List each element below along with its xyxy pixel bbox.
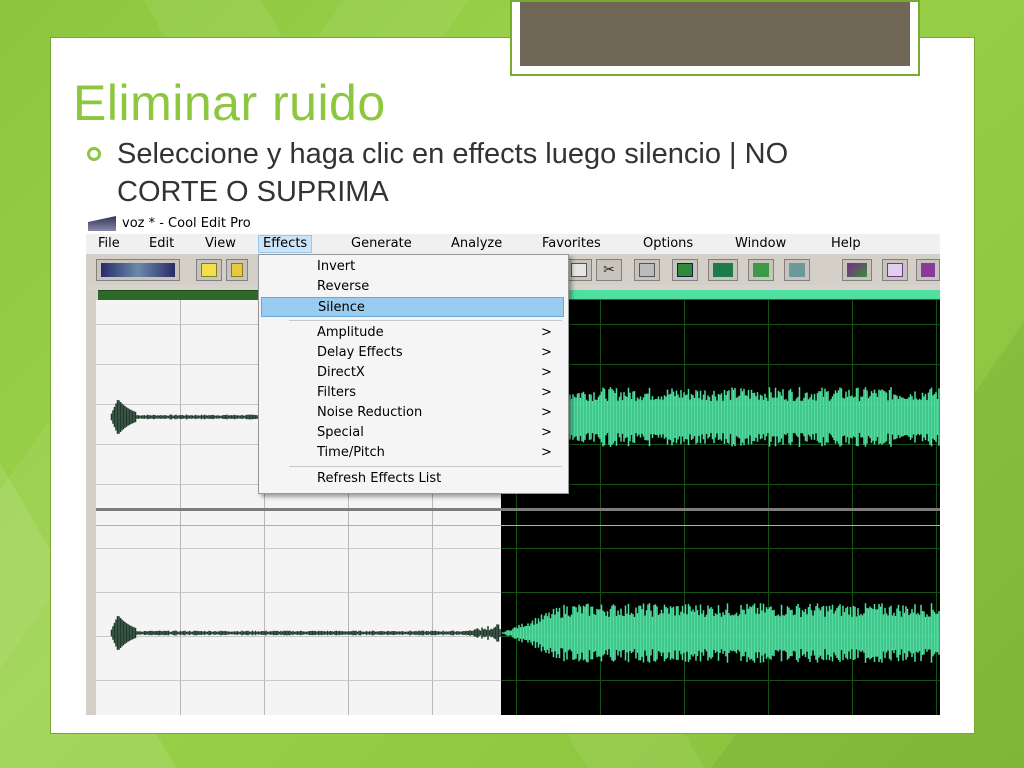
menu-item-label: Reverse [317,279,370,294]
submenu-arrow-icon: > [541,445,552,460]
mix-paste-icon[interactable] [672,259,698,281]
cut-icon[interactable]: ✂ [596,259,622,281]
decorative-photo-frame [510,0,920,76]
menu-item-invert[interactable]: Invert [261,257,564,277]
menu-generate[interactable]: Generate [347,236,416,252]
spectral-view-icon[interactable] [842,259,872,281]
menu-item-label: Noise Reduction [317,405,423,420]
menu-effects[interactable]: Effects [258,235,313,253]
submenu-arrow-icon: > [541,405,552,420]
menu-item-label: Filters [317,385,356,400]
menu-separator [289,320,562,321]
menu-item-reverse[interactable]: Reverse [261,277,564,297]
submenu-arrow-icon: > [541,365,552,380]
menu-separator [289,466,562,467]
menu-item-special[interactable]: Special > [261,423,564,443]
menu-view[interactable]: View [201,236,240,252]
menu-item-time-pitch[interactable]: Time/Pitch > [261,443,564,463]
paste-icon[interactable] [634,259,660,281]
slide-title: Eliminar ruido [73,75,386,131]
menu-bar: File Edit View Effects Generate Analyze … [86,234,940,255]
menu-item-refresh-effects-list[interactable]: Refresh Effects List [261,469,564,489]
menu-item-noise-reduction[interactable]: Noise Reduction > [261,403,564,423]
menu-item-label: Delay Effects [317,345,403,360]
submenu-arrow-icon: > [541,385,552,400]
menu-item-silence[interactable]: Silence [261,297,564,317]
menu-favorites[interactable]: Favorites [538,236,605,252]
submenu-arrow-icon: > [541,345,552,360]
trim-icon[interactable] [708,259,738,281]
menu-item-label: Special [317,425,364,440]
menu-help[interactable]: Help [827,236,865,252]
app-logo-icon [88,216,116,231]
menu-item-label: Refresh Effects List [317,471,442,486]
multitrack-icon[interactable] [916,259,940,281]
waveform-toggle-icon[interactable] [96,259,180,281]
window-titlebar: voz * - Cool Edit Pro [86,214,940,234]
menu-item-directx[interactable]: DirectX > [261,363,564,383]
menu-analyze[interactable]: Analyze [447,236,506,252]
menu-item-label: Amplitude [317,325,384,340]
menu-edit[interactable]: Edit [145,236,178,252]
window-title: voz * - Cool Edit Pro [122,216,251,231]
menu-item-label: DirectX [317,365,365,380]
menu-item-label: Silence [318,300,365,315]
decorative-photo [520,2,910,66]
menu-file[interactable]: File [94,236,124,252]
submenu-arrow-icon: > [541,425,552,440]
menu-item-filters[interactable]: Filters > [261,383,564,403]
copy-icon[interactable] [566,259,592,281]
new-file-icon[interactable] [196,259,222,281]
zoom-icon[interactable] [748,259,774,281]
loop-icon[interactable] [784,259,810,281]
submenu-arrow-icon: > [541,325,552,340]
menu-item-amplitude[interactable]: Amplitude > [261,323,564,343]
menu-options[interactable]: Options [639,236,697,252]
bullet-ring-icon [87,147,101,161]
effects-dropdown-menu: Invert Reverse Silence Amplitude > Delay… [258,254,569,494]
menu-window[interactable]: Window [731,236,790,252]
menu-item-label: Invert [317,259,356,274]
menu-item-delay-effects[interactable]: Delay Effects > [261,343,564,363]
track-gutter [86,290,96,715]
script-icon[interactable] [882,259,908,281]
open-folder-icon[interactable] [226,259,248,281]
cool-edit-screenshot: voz * - Cool Edit Pro File Edit View Eff… [86,214,940,715]
menu-item-label: Time/Pitch [317,445,385,460]
bullet-text: Seleccione y haga clic en effects luego … [117,138,789,208]
